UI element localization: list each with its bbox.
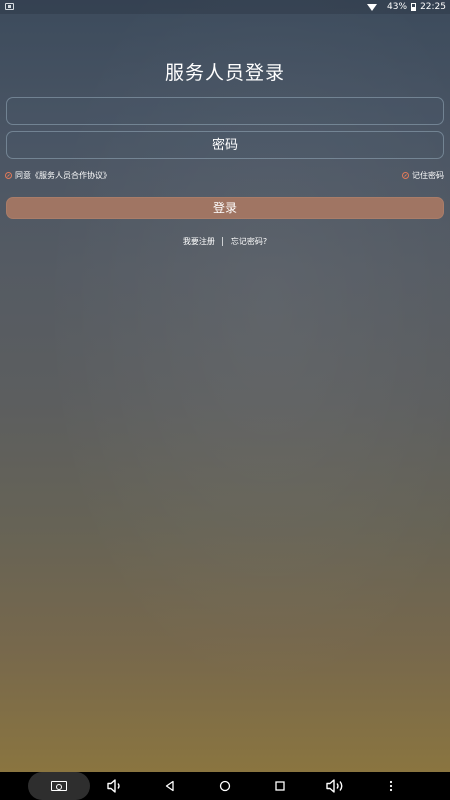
back-button[interactable] bbox=[160, 772, 180, 800]
check-circle-icon bbox=[5, 171, 12, 179]
account-input[interactable] bbox=[6, 97, 444, 125]
clock: 22:25 bbox=[420, 2, 446, 12]
battery-icon bbox=[411, 3, 417, 11]
status-bar: 43% 22:25 bbox=[0, 0, 450, 14]
navigation-bar bbox=[0, 772, 450, 800]
volume-down-button[interactable] bbox=[104, 772, 126, 800]
screenshot-button[interactable] bbox=[28, 772, 90, 800]
status-right: 43% 22:25 bbox=[367, 1, 446, 13]
back-icon bbox=[165, 780, 174, 792]
volume-down-icon bbox=[107, 779, 120, 793]
home-icon bbox=[219, 780, 231, 792]
recents-button[interactable] bbox=[270, 772, 290, 800]
volume-up-button[interactable] bbox=[324, 772, 348, 800]
recents-icon bbox=[275, 781, 285, 791]
more-button[interactable] bbox=[384, 772, 398, 800]
password-input[interactable] bbox=[6, 131, 444, 159]
agree-label: 同意《服务人员合作协议》 bbox=[15, 170, 111, 180]
auth-links: 我要注册 忘记密码? bbox=[0, 236, 450, 247]
login-screen: 43% 22:25 服务人员登录 同意《服务人员合作协议》 记住密码 登录 我要… bbox=[0, 0, 450, 800]
wifi-icon bbox=[367, 3, 378, 11]
more-icon bbox=[389, 780, 393, 792]
page-title: 服务人员登录 bbox=[164, 62, 285, 84]
remember-password-checkbox[interactable]: 记住密码 bbox=[402, 169, 444, 181]
home-button[interactable] bbox=[215, 772, 235, 800]
agree-checkbox[interactable]: 同意《服务人员合作协议》 bbox=[5, 169, 111, 181]
remember-label: 记住密码 bbox=[412, 170, 444, 180]
forgot-password-link[interactable]: 忘记密码? bbox=[231, 237, 267, 246]
link-divider bbox=[222, 237, 224, 246]
screenshot-icon bbox=[51, 781, 67, 791]
check-circle-icon bbox=[402, 171, 409, 179]
battery-percent: 43% bbox=[387, 2, 408, 12]
volume-up-icon bbox=[326, 779, 343, 793]
sim-icon bbox=[5, 3, 14, 10]
login-button[interactable]: 登录 bbox=[6, 197, 444, 219]
register-link[interactable]: 我要注册 bbox=[183, 237, 215, 246]
